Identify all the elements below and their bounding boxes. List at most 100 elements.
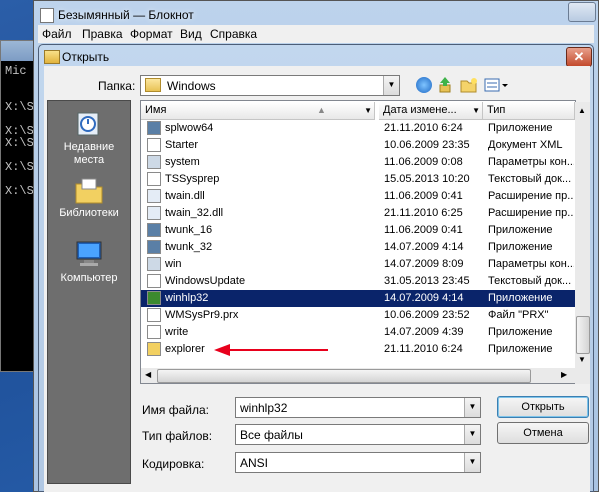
filetype-dropdown-icon[interactable]: ▼ bbox=[464, 425, 480, 444]
file-type: Текстовый док... bbox=[488, 275, 572, 287]
file-date: 11.06.2009 0:41 bbox=[384, 224, 463, 236]
computer-icon[interactable] bbox=[74, 240, 104, 268]
vertical-scrollbar[interactable]: ▲ ▼ bbox=[575, 102, 590, 384]
notepad-icon bbox=[40, 8, 54, 23]
back-icon[interactable] bbox=[416, 77, 432, 93]
text-file-icon bbox=[147, 172, 161, 186]
open-button[interactable]: Открыть bbox=[497, 396, 589, 418]
file-row[interactable]: twain_32.dll 21.11.2010 6:25 Расширение пр… bbox=[141, 205, 575, 222]
file-name: Starter bbox=[165, 139, 199, 151]
sort-up-icon: ▲ bbox=[317, 105, 326, 115]
horizontal-scrollbar[interactable]: ◀ ▶ bbox=[141, 368, 575, 383]
filetype-select[interactable]: Все файлы ▼ bbox=[235, 424, 481, 445]
file-row[interactable]: Starter 10.06.2009 23:35 Документ XML bbox=[141, 137, 575, 154]
file-name: twunk_32 bbox=[165, 241, 213, 253]
menu-file[interactable]: Файл bbox=[42, 27, 72, 41]
file-type: Приложение bbox=[488, 343, 553, 355]
write-app-icon bbox=[147, 325, 161, 339]
file-name: WindowsUpdate bbox=[165, 275, 246, 287]
cancel-button[interactable]: Отмена bbox=[497, 422, 589, 444]
filetype-label: Тип файлов: bbox=[142, 429, 213, 443]
file-type: Расширение пр... bbox=[488, 207, 574, 219]
place-libraries-label[interactable]: Библиотеки bbox=[47, 207, 131, 219]
file-name: win bbox=[165, 258, 182, 270]
encoding-select[interactable]: ANSI ▼ bbox=[235, 452, 481, 473]
folder-combo[interactable]: Windows ▼ bbox=[140, 75, 400, 96]
file-type: Приложение bbox=[488, 122, 553, 134]
scroll-down-icon[interactable]: ▼ bbox=[578, 355, 586, 364]
file-row[interactable]: splwow64 21.11.2010 6:24 Приложение bbox=[141, 120, 575, 137]
file-date: 10.06.2009 23:35 bbox=[384, 139, 470, 151]
file-name: TSSysprep bbox=[165, 173, 220, 185]
red-arrow-annotation bbox=[214, 344, 328, 356]
filename-label: Имя файла: bbox=[142, 403, 209, 417]
column-name[interactable]: Имя ▲ ▼ bbox=[141, 102, 375, 120]
file-row[interactable]: win 14.07.2009 8:09 Параметры кон... bbox=[141, 256, 575, 273]
file-type: Документ XML bbox=[488, 139, 563, 151]
text-file-icon bbox=[147, 274, 161, 288]
minimize-button[interactable] bbox=[568, 2, 596, 22]
file-row[interactable]: WindowsUpdate 31.05.2013 23:45 Текстовый д… bbox=[141, 273, 575, 290]
recent-places-icon[interactable] bbox=[74, 110, 102, 138]
filename-value: winhlp32 bbox=[240, 401, 288, 415]
file-name: write bbox=[165, 326, 189, 338]
column-date-label: Дата измене... bbox=[383, 104, 457, 116]
file-type: Приложение bbox=[488, 326, 553, 338]
filename-input[interactable]: winhlp32 ▼ bbox=[235, 397, 481, 418]
file-date: 14.07.2009 8:09 bbox=[384, 258, 464, 270]
file-name: splwow64 bbox=[165, 122, 214, 134]
place-computer-label[interactable]: Компьютер bbox=[47, 272, 131, 284]
scroll-right-icon[interactable]: ▶ bbox=[561, 370, 567, 379]
file-type: Приложение bbox=[488, 241, 553, 253]
folder-value: Windows bbox=[167, 79, 216, 93]
place-recent-label[interactable]: Недавние места bbox=[47, 141, 131, 167]
menu-edit[interactable]: Правка bbox=[82, 27, 123, 41]
file-row[interactable]: twunk_32 14.07.2009 4:14 Приложение bbox=[141, 239, 575, 256]
file-row[interactable]: twain.dll 11.06.2009 0:41 Расширение пр... bbox=[141, 188, 575, 205]
console-line: X:\S bbox=[5, 100, 34, 114]
new-folder-icon[interactable] bbox=[460, 77, 478, 93]
file-name: twain.dll bbox=[165, 190, 205, 202]
libraries-icon[interactable] bbox=[74, 176, 104, 206]
up-folder-icon[interactable] bbox=[438, 76, 452, 94]
menu-view[interactable]: Вид bbox=[180, 27, 202, 41]
file-type: Параметры кон... bbox=[488, 156, 574, 168]
column-date-dropdown-icon[interactable]: ▼ bbox=[472, 102, 480, 119]
filename-dropdown-icon[interactable]: ▼ bbox=[464, 398, 480, 417]
file-date: 21.11.2010 6:25 bbox=[384, 207, 463, 219]
column-name-dropdown-icon[interactable]: ▼ bbox=[364, 102, 372, 119]
settings-file-icon bbox=[147, 257, 161, 271]
file-row[interactable]: TSSysprep 15.05.2013 10:20 Текстовый док..… bbox=[141, 171, 575, 188]
file-row[interactable]: WMSysPr9.prx 10.06.2009 23:52 Файл "PRX" bbox=[141, 307, 575, 324]
vertical-scroll-thumb[interactable] bbox=[576, 316, 590, 354]
folder-label: Папка: bbox=[98, 79, 136, 93]
chevron-down-icon[interactable]: ▼ bbox=[383, 76, 399, 95]
column-date[interactable]: Дата измене... ▼ bbox=[379, 102, 483, 120]
file-row[interactable]: explorer 21.11.2010 6:24 Приложение bbox=[141, 341, 575, 358]
filetype-value: Все файлы bbox=[240, 428, 303, 442]
scroll-left-icon[interactable]: ◀ bbox=[145, 370, 151, 379]
file-type: Текстовый док... bbox=[488, 173, 572, 185]
column-type[interactable]: Тип bbox=[483, 102, 575, 120]
notepad-title: Безымянный — Блокнот bbox=[58, 8, 194, 22]
help-app-icon bbox=[147, 291, 161, 305]
dialog-title: Открыть bbox=[62, 50, 110, 64]
file-row[interactable]: winhlp32 14.07.2009 4:14 Приложение bbox=[141, 290, 575, 307]
view-menu-icon[interactable] bbox=[484, 77, 510, 93]
close-button[interactable]: ✕ bbox=[566, 47, 592, 67]
file-row[interactable]: twunk_16 11.06.2009 0:41 Приложение bbox=[141, 222, 575, 239]
console-line: X:\S bbox=[5, 136, 34, 150]
scroll-up-icon[interactable]: ▲ bbox=[578, 106, 586, 115]
encoding-dropdown-icon[interactable]: ▼ bbox=[464, 453, 480, 472]
explorer-icon bbox=[147, 342, 161, 356]
app-icon bbox=[147, 121, 161, 135]
menu-help[interactable]: Справка bbox=[210, 27, 257, 41]
file-row[interactable]: system 11.06.2009 0:08 Параметры кон... bbox=[141, 154, 575, 171]
file-row[interactable]: write 14.07.2009 4:39 Приложение bbox=[141, 324, 575, 341]
menu-format[interactable]: Формат bbox=[130, 27, 173, 41]
file-date: 14.07.2009 4:14 bbox=[384, 241, 464, 253]
xml-icon bbox=[147, 138, 161, 152]
file-name: twain_32.dll bbox=[165, 207, 224, 219]
app-icon bbox=[147, 223, 161, 237]
horizontal-scroll-thumb[interactable] bbox=[157, 369, 531, 383]
